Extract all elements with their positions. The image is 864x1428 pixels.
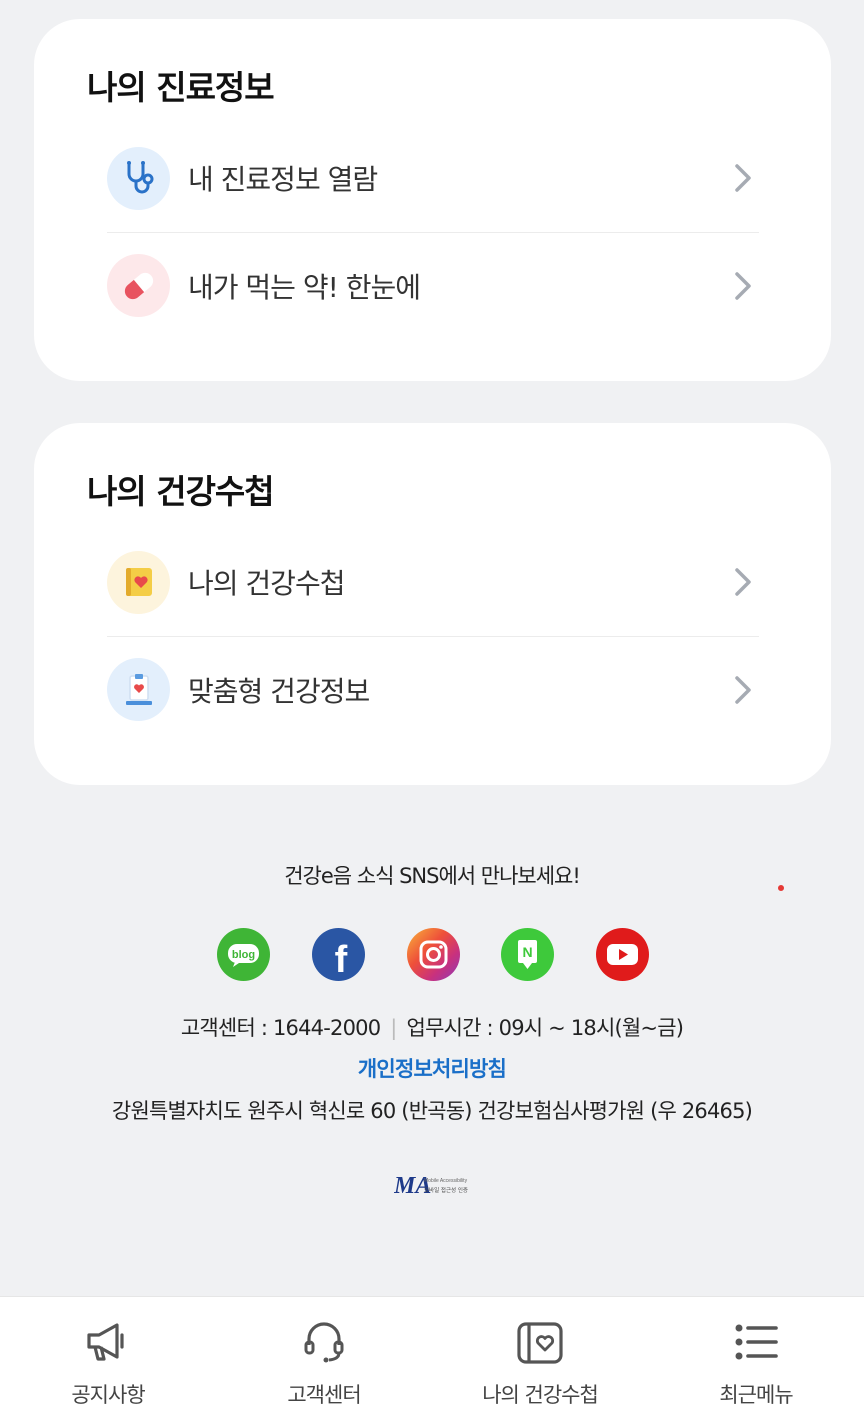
- notebook-icon: [517, 1322, 563, 1364]
- tab-notice[interactable]: 공지사항: [0, 1297, 216, 1428]
- tab-label: 나의 건강수첩: [482, 1383, 599, 1407]
- youtube-link-icon[interactable]: [596, 928, 649, 981]
- medical-info-card: 나의 진료정보 내 진료정보 열람 내가 먹는 약! 한눈에: [34, 19, 831, 381]
- health-notebook-icon: [107, 550, 170, 614]
- section-title: 나의 건강수첩: [87, 472, 275, 511]
- page: 나의 진료정보 내 진료정보 열람 내가 먹는 약! 한눈에 나의 건강수첩 나…: [0, 0, 864, 1428]
- tab-customer-center[interactable]: 고객센터: [216, 1297, 432, 1428]
- chevron-right-icon: [735, 675, 751, 704]
- address: 강원특별자치도 원주시 혁신로 60 (반곡동) 건강보험심사평가원 (우 26…: [111, 1099, 753, 1123]
- facebook-label: f: [334, 939, 347, 981]
- notification-dot: [778, 885, 784, 891]
- instagram-link-icon[interactable]: [406, 928, 460, 981]
- my-health-notebook-item[interactable]: 나의 건강수첩: [107, 529, 759, 635]
- privacy-policy-link[interactable]: 개인정보처리방침: [0, 1053, 864, 1083]
- contact-info: 고객센터 : 1644-2000 | 업무시간 : 09시 ~ 18시(월~금): [0, 1012, 864, 1042]
- bottom-tab-bar: 공지사항 고객센터 나의 건강수첩 최근메뉴: [0, 1296, 864, 1428]
- list-menu-icon: [735, 1324, 778, 1360]
- tab-health-notebook[interactable]: 나의 건강수첩: [432, 1297, 648, 1428]
- blog-link-icon[interactable]: blog: [217, 928, 270, 981]
- tab-label: 최근메뉴: [719, 1383, 793, 1407]
- headset-icon: [304, 1322, 344, 1363]
- tab-label: 고객센터: [287, 1383, 361, 1407]
- tab-recent-menu[interactable]: 최근메뉴: [648, 1297, 864, 1428]
- megaphone-icon: [87, 1323, 124, 1361]
- naver-post-label: N: [523, 944, 533, 960]
- health-info-icon: [107, 658, 170, 721]
- blog-label: blog: [232, 949, 255, 961]
- chevron-right-icon: [735, 271, 751, 300]
- naver-post-link-icon[interactable]: N: [501, 928, 555, 981]
- item-label: 맞춤형 건강정보: [188, 674, 370, 708]
- sns-title: 건강e음 소식 SNS에서 만나보세요!: [284, 864, 581, 888]
- section-title: 나의 진료정보: [87, 68, 275, 107]
- pill-icon: [107, 254, 170, 317]
- footer: 건강e음 소식 SNS에서 만나보세요!: [0, 860, 864, 890]
- custom-health-info-item[interactable]: 맞춤형 건강정보: [107, 636, 759, 742]
- ma-caption-2: 모바일 접근성 인증: [424, 1186, 468, 1194]
- chevron-right-icon: [735, 568, 751, 596]
- mobile-accessibility-mark-icon: MA Mobile Accessibility 모바일 접근성 인증: [394, 1173, 468, 1199]
- my-medication-item[interactable]: 내가 먹는 약! 한눈에: [107, 232, 759, 338]
- separator: |: [390, 1016, 397, 1040]
- facebook-link-icon[interactable]: f: [311, 928, 365, 981]
- view-my-medical-info-item[interactable]: 내 진료정보 열람: [107, 125, 759, 231]
- ma-logo-text: MA: [394, 1173, 431, 1199]
- chevron-right-icon: [735, 164, 751, 192]
- stethoscope-icon: [107, 146, 170, 210]
- tab-label: 공지사항: [71, 1383, 145, 1407]
- health-notebook-card: 나의 건강수첩 나의 건강수첩 맞춤형 건강정보: [34, 423, 831, 785]
- item-label: 내가 먹는 약! 한눈에: [188, 270, 421, 304]
- customer-center-phone: 고객센터 : 1644-2000: [180, 1016, 381, 1040]
- business-hours: 업무시간 : 09시 ~ 18시(월~금): [406, 1016, 684, 1040]
- sns-links: blog f N: [217, 928, 649, 982]
- item-label: 내 진료정보 열람: [188, 163, 378, 196]
- item-label: 나의 건강수첩: [188, 567, 345, 600]
- ma-caption-1: Mobile Accessibility: [424, 1178, 468, 1184]
